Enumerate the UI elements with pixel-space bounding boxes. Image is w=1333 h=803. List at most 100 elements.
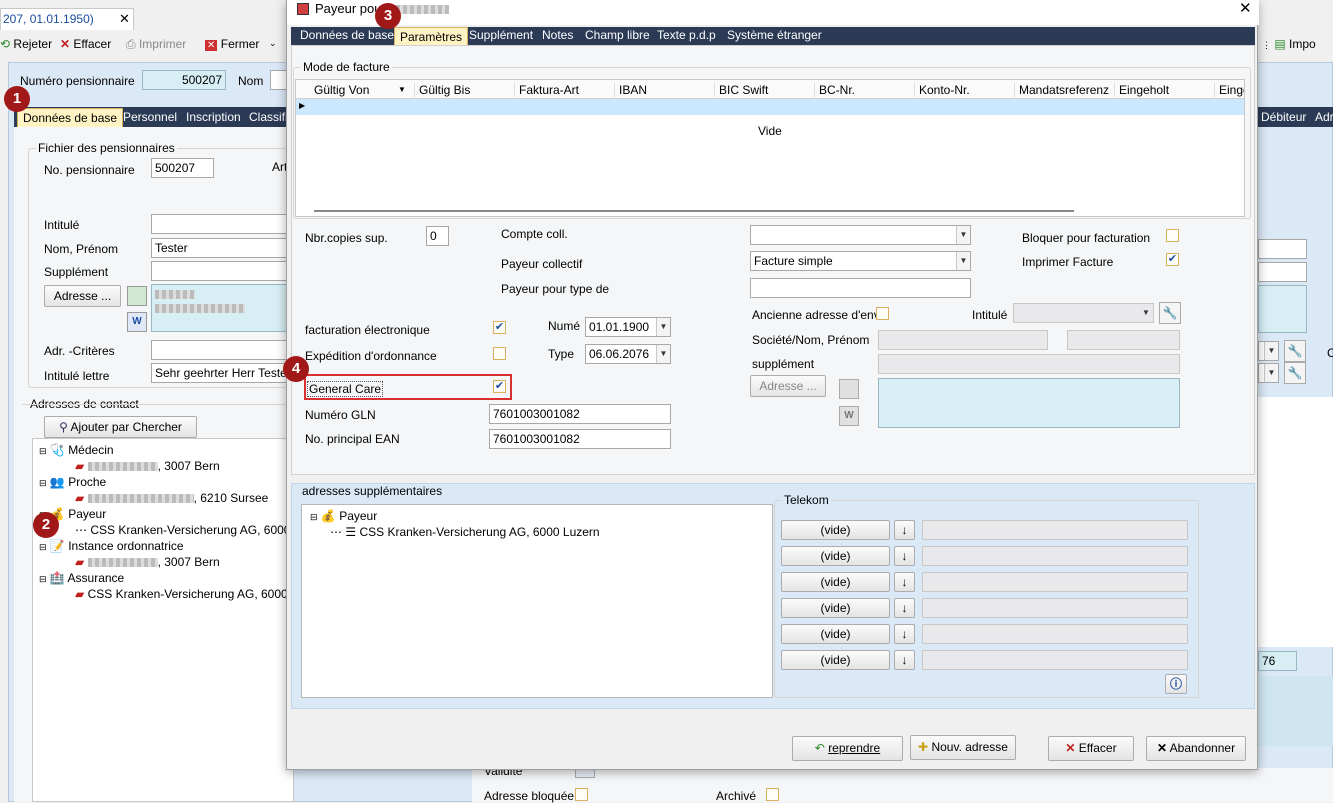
telekom-field-5[interactable] (922, 624, 1188, 644)
main-title-tab[interactable]: 207, 01.01.1950) ✕ (0, 8, 134, 30)
tab-dialog-parametres[interactable]: Paramètres (394, 27, 469, 47)
intitule-field[interactable] (151, 214, 291, 234)
right-field-2[interactable] (1258, 262, 1307, 282)
addr-tree-child[interactable]: ⋯ ☰ CSS Kranken-Versicherung AG, 6000 Lu… (330, 525, 600, 539)
tab-dialog-texte-pdp[interactable]: Texte p.d.p (652, 26, 721, 46)
grid-col-faktura-art[interactable]: Faktura-Art (514, 83, 579, 97)
wrench-icon[interactable]: 🔧 (1284, 362, 1306, 384)
grid-col-gultig-von[interactable]: Gültig Von ▼ (314, 83, 414, 97)
telekom-field-3[interactable] (922, 572, 1188, 592)
tab-dialog-champ-libre[interactable]: Champ libre (580, 26, 655, 46)
payeur-type-field[interactable] (750, 278, 971, 298)
fact-elec-checkbox[interactable]: ✔ (493, 321, 506, 334)
collapse-icon[interactable]: ⊟ (39, 446, 47, 456)
close-button[interactable]: ✕ Fermer (205, 37, 259, 51)
no-pens-field[interactable]: 500207 (151, 158, 214, 178)
tab-inscription[interactable]: Inscription (181, 108, 246, 128)
collapse-icon[interactable]: ⊟ (39, 574, 47, 584)
word-icon[interactable]: W (839, 406, 859, 426)
tab-debiteur[interactable]: Débiteur (1256, 108, 1311, 128)
clear-button[interactable]: ✕ Effacer (60, 37, 111, 51)
wrench-icon[interactable]: 🔧 (1159, 302, 1181, 324)
telekom-field-6[interactable] (922, 650, 1188, 670)
intitule-lettre-field[interactable]: Sehr geehrter Herr Tester (151, 363, 291, 383)
map-icon[interactable] (839, 379, 859, 399)
telekom-arrow-3[interactable]: ↓ (894, 572, 915, 592)
tab-donnees-de-base[interactable]: Données de base (17, 108, 124, 128)
overflow-icon[interactable]: ⌄ (269, 38, 277, 49)
intitule-right-select[interactable]: ▼ (1013, 303, 1154, 323)
telekom-arrow-6[interactable]: ↓ (894, 650, 915, 670)
nbr-copies-field[interactable]: 0 (426, 226, 449, 246)
adr-criteres-field[interactable] (151, 340, 291, 360)
bloquer-checkbox[interactable] (1166, 229, 1179, 242)
imprimer-checkbox[interactable]: ✔ (1166, 253, 1179, 266)
dropdown-arrow-icon[interactable]: ▼ (656, 318, 670, 336)
dropdown-arrow-icon[interactable]: ▼ (656, 345, 670, 363)
telekom-button-1[interactable]: (vide) (781, 520, 890, 540)
telekom-arrow-4[interactable]: ↓ (894, 598, 915, 618)
wrench-icon[interactable]: 🔧 (1284, 340, 1306, 362)
tree-node-proche[interactable]: ⊟ 👥 Proche (39, 475, 106, 489)
gln-field[interactable]: 7601003001082 (489, 404, 671, 424)
supplement-right-field[interactable] (878, 354, 1180, 374)
tab-dialog-donnees[interactable]: Données de base (295, 26, 399, 46)
telekom-button-2[interactable]: (vide) (781, 546, 890, 566)
supplement-field[interactable] (151, 261, 291, 281)
grid-col-konto-nr[interactable]: Konto-Nr. (914, 83, 970, 97)
right-select-2[interactable]: ▼ (1258, 363, 1279, 383)
numero-date-field[interactable]: 01.01.1900 ▼ (585, 317, 671, 337)
adresse-bloquee-checkbox[interactable] (575, 788, 588, 801)
right-field-1[interactable] (1258, 239, 1307, 259)
telekom-button-6[interactable]: (vide) (781, 650, 890, 670)
ean-field[interactable]: 7601003001082 (489, 429, 671, 449)
tree-child-instance[interactable]: ▰ , 3007 Bern (75, 555, 220, 569)
exp-ord-checkbox[interactable] (493, 347, 506, 360)
grid-col-bc-nr[interactable]: BC-Nr. (814, 83, 855, 97)
abandonner-button[interactable]: ✕ Abandonner (1146, 736, 1246, 761)
archive-checkbox[interactable] (766, 788, 779, 801)
info-button[interactable]: ⓘ (1165, 674, 1187, 694)
tree-node-medecin[interactable]: ⊟ 🩺 Médecin (39, 443, 114, 457)
tab-dialog-systeme-etranger[interactable]: Système étranger (722, 26, 827, 46)
tab-adr[interactable]: Adr (1310, 108, 1333, 128)
map-icon[interactable] (127, 286, 147, 306)
collapse-icon[interactable]: ⊟ (310, 512, 318, 522)
addr-tree-node-payeur[interactable]: ⊟ 💰 Payeur (310, 509, 377, 523)
tab-dialog-notes[interactable]: Notes (537, 26, 578, 46)
print-button[interactable]: ⎙ Imprimer (126, 37, 186, 52)
ancienne-checkbox[interactable] (876, 307, 889, 320)
grid-col-iban[interactable]: IBAN (614, 83, 647, 97)
societe-field-2[interactable] (1067, 330, 1180, 350)
grid-hscrollbar[interactable] (314, 210, 1074, 212)
grid-col-gultig-bis[interactable]: Gültig Bis (414, 83, 470, 97)
telekom-field-4[interactable] (922, 598, 1188, 618)
word-icon[interactable]: W (127, 312, 147, 332)
payeur-coll-select[interactable]: Facture simple ▼ (750, 251, 971, 271)
tree-node-instance[interactable]: ⊟ 📝 Instance ordonnatrice (39, 539, 184, 553)
telekom-button-5[interactable]: (vide) (781, 624, 890, 644)
grid-col-einge[interactable]: Einge (1214, 83, 1244, 97)
grid-col-bic-swift[interactable]: BIC Swift (714, 83, 768, 97)
tree-child-proche[interactable]: ▰ , 6210 Sursee (75, 491, 268, 505)
pens-no-field[interactable]: 500207 (142, 70, 226, 90)
reject-button[interactable]: ⟲ Rejeter (0, 37, 52, 51)
telekom-arrow-1[interactable]: ↓ (894, 520, 915, 540)
collapse-icon[interactable]: ⊟ (39, 542, 47, 552)
telekom-field-2[interactable] (922, 546, 1188, 566)
reprendre-button[interactable]: ↶ reprendre (792, 736, 903, 761)
dialog-close-icon[interactable]: ✕ (1239, 0, 1252, 17)
grid-new-row[interactable] (296, 99, 1244, 115)
tab-personnel[interactable]: Personnel (118, 108, 182, 128)
grid-col-eingeholt[interactable]: Eingeholt (1114, 83, 1169, 97)
telekom-button-4[interactable]: (vide) (781, 598, 890, 618)
telekom-arrow-5[interactable]: ↓ (894, 624, 915, 644)
telekom-field-1[interactable] (922, 520, 1188, 540)
nom-prenom-field[interactable]: Tester (151, 238, 291, 258)
general-care-checkbox[interactable]: ✔ (493, 380, 506, 393)
adresse-button[interactable]: Adresse ... (44, 285, 121, 307)
nouv-adresse-button[interactable]: ✚ Nouv. adresse (910, 735, 1016, 760)
effacer-button[interactable]: ✕ Effacer (1048, 736, 1134, 761)
tree-child-medecin[interactable]: ▰ , 3007 Bern (75, 459, 220, 473)
grid-col-mandatsreferenz[interactable]: Mandatsreferenz (1014, 83, 1109, 97)
